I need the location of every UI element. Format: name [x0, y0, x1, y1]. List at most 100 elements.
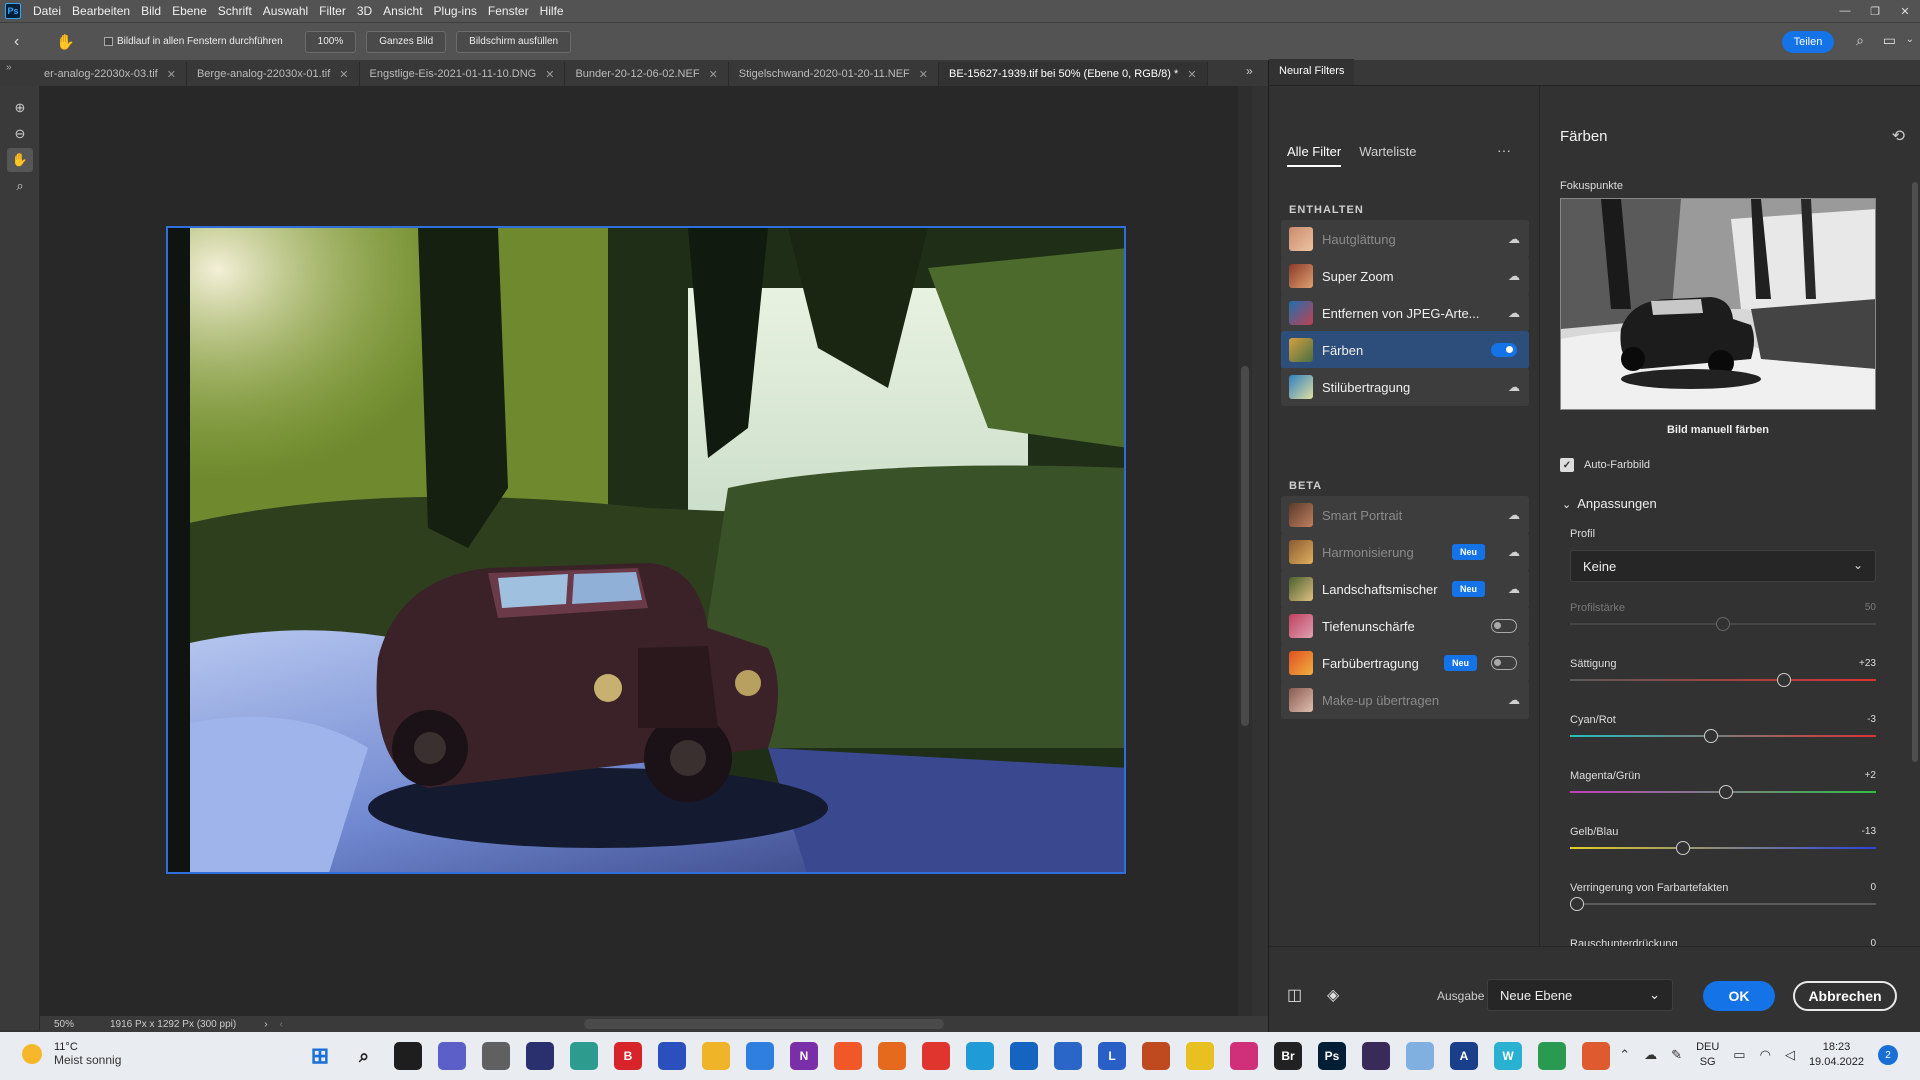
output-select[interactable]: Neue Ebene ⌄ — [1487, 979, 1673, 1011]
settings-scroll-thumb[interactable] — [1912, 182, 1918, 762]
layers-preview-icon[interactable]: ◈ — [1327, 985, 1339, 1005]
tab-all-filters[interactable]: Alle Filter — [1287, 144, 1342, 167]
panel-title[interactable]: Neural Filters — [1269, 59, 1355, 85]
checkbox-box[interactable] — [104, 37, 113, 46]
cloud-download-icon[interactable]: ☁ — [1499, 693, 1529, 707]
cloud-download-icon[interactable]: ☁ — [1499, 380, 1529, 394]
scroll-all-windows-checkbox[interactable]: Bildlauf in allen Fenstern durchführen — [104, 36, 283, 47]
filter-item[interactable]: Stilübertragung ☁ — [1281, 368, 1529, 406]
pen-icon[interactable]: ✎ — [1671, 1047, 1682, 1063]
cancel-button[interactable]: Abbrechen — [1793, 981, 1897, 1011]
workspace-icon[interactable]: ▭ — [1883, 32, 1896, 49]
slider-knob[interactable] — [1716, 617, 1730, 631]
document-tab[interactable]: er-analog-22030x-03.tif ✕ — [34, 62, 187, 86]
brave-icon[interactable] — [834, 1042, 862, 1070]
minimize-icon[interactable]: — — [1830, 0, 1860, 22]
close-tab-icon[interactable]: ✕ — [167, 68, 176, 81]
app-a-icon[interactable]: A — [1450, 1042, 1478, 1070]
hand-tool-icon[interactable]: ✋ — [56, 33, 86, 51]
checkmark-icon[interactable]: ✓ — [1560, 458, 1574, 472]
language-indicator[interactable]: DEU SG — [1696, 1040, 1719, 1070]
onedrive-icon[interactable]: ☁ — [1644, 1047, 1657, 1063]
menu-2[interactable]: Bild — [141, 4, 161, 18]
photoshop-icon[interactable]: Ps — [1318, 1042, 1346, 1070]
cloud-download-icon[interactable]: ☁ — [1499, 232, 1529, 246]
close-tab-icon[interactable]: ✕ — [545, 68, 554, 81]
zoom-out-icon[interactable]: ⊖ — [7, 122, 33, 146]
close-tab-icon[interactable]: ✕ — [1187, 68, 1196, 81]
slider-track[interactable] — [1570, 847, 1876, 849]
save-icon[interactable] — [658, 1042, 686, 1070]
menu-0[interactable]: Datei — [33, 4, 61, 18]
menu-9[interactable]: Plug-ins — [434, 4, 477, 18]
filter-toggle[interactable] — [1491, 619, 1517, 633]
files-icon[interactable] — [394, 1042, 422, 1070]
notification-badge[interactable]: 2 — [1878, 1045, 1898, 1065]
horizontal-scroll-thumb[interactable] — [584, 1019, 944, 1029]
store-icon[interactable] — [1054, 1042, 1082, 1070]
filter-toggle[interactable] — [1491, 343, 1517, 357]
focus-preview[interactable] — [1560, 198, 1876, 410]
app-y-icon[interactable] — [1186, 1042, 1214, 1070]
document-tab[interactable]: Bunder-20-12-06-02.NEF ✕ — [565, 62, 729, 86]
chevron-down-icon[interactable]: ⌄ — [1906, 34, 1914, 45]
document-tab[interactable]: Berge-analog-22030x-01.tif ✕ — [186, 62, 360, 86]
display-icon[interactable]: ▭ — [1733, 1047, 1745, 1063]
hand-tool-icon[interactable]: ✋ — [7, 148, 33, 172]
adjustments-toggle[interactable]: ⌄ Anpassungen — [1562, 496, 1657, 511]
cloud-download-icon[interactable]: ☁ — [1499, 545, 1529, 559]
chevron-up-icon[interactable]: ⌃ — [1619, 1047, 1630, 1063]
instagram-icon[interactable] — [1230, 1042, 1258, 1070]
menu-11[interactable]: Hilfe — [540, 4, 564, 18]
bridge-icon[interactable]: Br — [1274, 1042, 1302, 1070]
zoom-level[interactable]: 50% — [40, 1019, 86, 1030]
auto-color-checkbox[interactable]: ✓ Auto-Farbbild — [1560, 458, 1650, 472]
more-tabs-icon[interactable]: » — [1246, 64, 1268, 78]
collapse-panels-icon[interactable]: » — [0, 60, 34, 86]
slider-track[interactable] — [1570, 903, 1876, 905]
app-w-icon[interactable] — [1142, 1042, 1170, 1070]
onenote-icon[interactable]: N — [790, 1042, 818, 1070]
close-icon[interactable]: ✕ — [1890, 0, 1920, 22]
outlook-icon[interactable] — [1010, 1042, 1038, 1070]
ok-button[interactable]: OK — [1703, 981, 1775, 1011]
profile-select[interactable]: Keine ⌄ — [1570, 550, 1876, 582]
menu-1[interactable]: Bearbeiten — [72, 4, 130, 18]
app-red-icon[interactable] — [1362, 1042, 1390, 1070]
back-chevron-icon[interactable]: ‹ — [14, 33, 42, 51]
share-button[interactable]: Teilen — [1782, 31, 1834, 53]
zoom-100-button[interactable]: 100% — [304, 30, 357, 53]
tab-waitlist[interactable]: Warteliste — [1359, 144, 1416, 167]
menu-6[interactable]: Filter — [319, 4, 346, 18]
menu-5[interactable]: Auswahl — [263, 4, 308, 18]
filter-item[interactable]: Entfernen von JPEG-Arte... ☁ — [1281, 294, 1529, 332]
windows-start-icon[interactable]: ⊞ — [306, 1042, 334, 1070]
slider-knob[interactable] — [1719, 785, 1734, 799]
slider-track[interactable] — [1570, 679, 1876, 681]
explorer-icon[interactable] — [702, 1042, 730, 1070]
zoom-tool-icon[interactable]: ⌕ — [7, 174, 33, 198]
slider-knob[interactable] — [1570, 897, 1584, 911]
cloud-download-icon[interactable]: ☁ — [1499, 508, 1529, 522]
vertical-scroll-thumb[interactable] — [1241, 366, 1249, 726]
fill-screen-button[interactable]: Bildschirm ausfüllen — [456, 30, 572, 53]
lr-icon[interactable]: L — [1098, 1042, 1126, 1070]
filter-item[interactable]: Hautglättung ☁ — [1281, 220, 1529, 258]
settings-scrollbar[interactable] — [1911, 158, 1919, 938]
reset-icon[interactable]: ⟲ — [1892, 126, 1905, 146]
app-g-icon[interactable] — [1538, 1042, 1566, 1070]
menu-4[interactable]: Schrift — [218, 4, 252, 18]
slider-knob[interactable] — [1703, 729, 1718, 743]
slider-knob[interactable] — [1676, 841, 1691, 855]
filter-item[interactable]: Make-up übertragen ☁ — [1281, 681, 1529, 719]
document-image[interactable] — [166, 226, 1126, 874]
app-w2-icon[interactable]: W — [1494, 1042, 1522, 1070]
vertical-scrollbar[interactable] — [1238, 86, 1252, 1016]
menu-8[interactable]: Ansicht — [383, 4, 422, 18]
filter-item[interactable]: Tiefenunschärfe — [1281, 607, 1529, 645]
slider-knob[interactable] — [1777, 673, 1792, 687]
firefox-icon[interactable] — [878, 1042, 906, 1070]
app-gear-icon[interactable] — [1582, 1042, 1610, 1070]
more-options-icon[interactable]: ··· — [1497, 142, 1511, 158]
menu-7[interactable]: 3D — [357, 4, 372, 18]
